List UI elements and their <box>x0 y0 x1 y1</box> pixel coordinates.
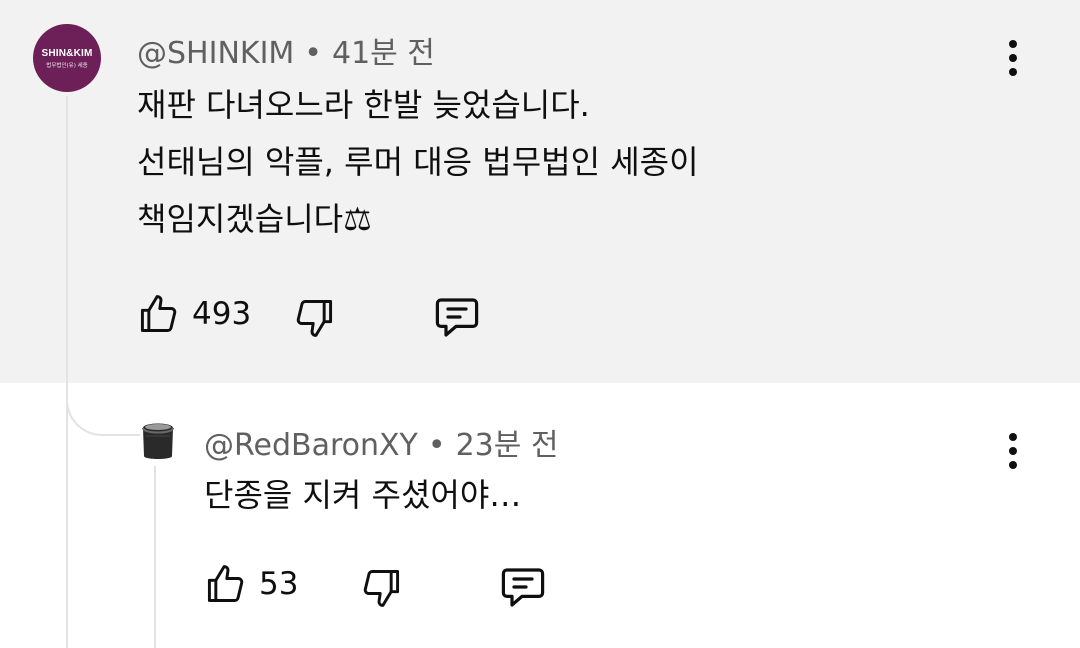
like-count: 53 <box>259 566 299 602</box>
comment-line: 책임지겠습니다⚖ <box>137 200 372 238</box>
comment-author[interactable]: @RedBaronXY <box>204 428 418 463</box>
avatar[interactable] <box>140 418 176 462</box>
comment-author[interactable]: @SHINKIM <box>137 36 294 71</box>
avatar-sub-text: 법무법인(유) 세종 <box>46 62 88 69</box>
avatar[interactable]: SHIN&KIM 법무법인(유) 세종 <box>33 24 101 92</box>
comment-line: 재판 다녀오느라 한발 늦었습니다. <box>137 86 590 124</box>
comment-text: 단종을 지켜 주셨어야… <box>204 467 521 524</box>
comment-line: 단종을 지켜 주셨어야… <box>204 476 522 514</box>
thumbs-up-icon <box>136 292 180 336</box>
like-count: 493 <box>192 296 252 332</box>
comment-time[interactable]: 41분 전 <box>332 36 435 71</box>
dislike-button[interactable] <box>293 296 337 340</box>
more-vertical-icon[interactable] <box>998 38 1028 78</box>
comment-time[interactable]: 23분 전 <box>456 428 559 463</box>
like-button[interactable]: 493 <box>136 292 251 336</box>
reply-icon <box>499 564 547 610</box>
meta-separator: • <box>427 428 446 463</box>
thumbs-down-icon <box>293 296 337 340</box>
reply-icon <box>433 294 481 340</box>
dislike-button[interactable] <box>360 566 404 610</box>
reply-thread-line <box>154 466 156 648</box>
reply-button[interactable] <box>499 564 547 610</box>
comment-meta: @RedBaronXY • 23분 전 <box>204 420 559 464</box>
more-vertical-icon[interactable] <box>998 431 1028 471</box>
thread-line <box>66 96 68 648</box>
comment-text: 재판 다녀오느라 한발 늦었습니다. 선태님의 악플, 루머 대응 법무법인 세… <box>137 77 699 248</box>
thumbs-down-icon <box>360 566 404 610</box>
reply-button[interactable] <box>433 294 481 340</box>
meta-separator: • <box>304 36 322 71</box>
thumbs-up-icon <box>203 562 247 606</box>
comment-meta: @SHINKIM • 41분 전 <box>137 28 435 72</box>
avatar-brand-text: SHIN&KIM <box>41 47 93 59</box>
comment-line: 선태님의 악플, 루머 대응 법무법인 세종이 <box>137 143 699 181</box>
like-button[interactable]: 53 <box>203 562 298 606</box>
